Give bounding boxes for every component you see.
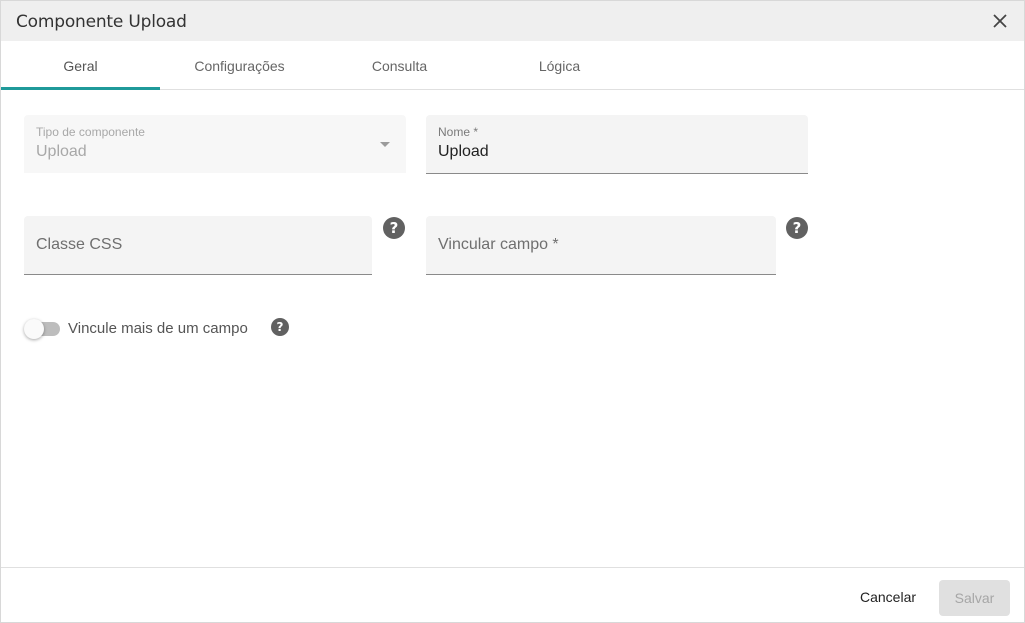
cancel-button[interactable]: Cancelar: [847, 580, 929, 614]
help-icon[interactable]: ?: [383, 217, 405, 239]
tab-configuracoes[interactable]: Configurações: [160, 41, 319, 90]
bind-field-input[interactable]: Vincular campo *: [426, 216, 776, 275]
component-type-label: Tipo de componente: [36, 125, 145, 139]
multi-bind-toggle[interactable]: [24, 319, 60, 339]
save-button[interactable]: Salvar: [939, 580, 1010, 616]
dialog-header: Componente Upload: [1, 1, 1024, 41]
tab-geral[interactable]: Geral: [1, 41, 160, 90]
tab-logica[interactable]: Lógica: [480, 41, 639, 90]
name-label: Nome *: [438, 125, 479, 139]
help-icon[interactable]: ?: [786, 217, 808, 239]
component-type-value: Upload: [36, 143, 87, 160]
dialog-title: Componente Upload: [16, 12, 187, 32]
component-type-select: Tipo de componente Upload: [24, 115, 406, 173]
component-dialog: Componente Upload Geral Configurações Co…: [0, 0, 1025, 623]
tab-label: Lógica: [538, 57, 581, 74]
multi-bind-toggle-label: Vincule mais de um campo: [68, 320, 248, 337]
bind-field-placeholder: Vincular campo *: [438, 236, 559, 253]
name-field[interactable]: Nome * Upload: [426, 115, 808, 174]
tab-consulta[interactable]: Consulta: [320, 41, 479, 90]
help-glyph: ?: [792, 219, 802, 237]
dialog-footer: Cancelar Salvar: [1, 567, 1024, 623]
help-icon[interactable]: ?: [271, 318, 289, 336]
chevron-down-icon: [380, 142, 390, 147]
css-class-input[interactable]: Classe CSS: [24, 216, 372, 275]
tab-bar: Geral Configurações Consulta Lógica: [1, 41, 1024, 90]
tab-label: Consulta: [371, 57, 428, 74]
tab-label: Configurações: [194, 57, 285, 74]
help-glyph: ?: [276, 320, 284, 334]
name-value: Upload: [438, 143, 489, 160]
tab-label: Geral: [63, 57, 98, 74]
help-glyph: ?: [389, 219, 399, 237]
active-tab-indicator: [1, 87, 160, 90]
css-class-placeholder: Classe CSS: [36, 236, 123, 253]
toggle-thumb: [24, 319, 44, 339]
close-icon[interactable]: [992, 13, 1008, 29]
